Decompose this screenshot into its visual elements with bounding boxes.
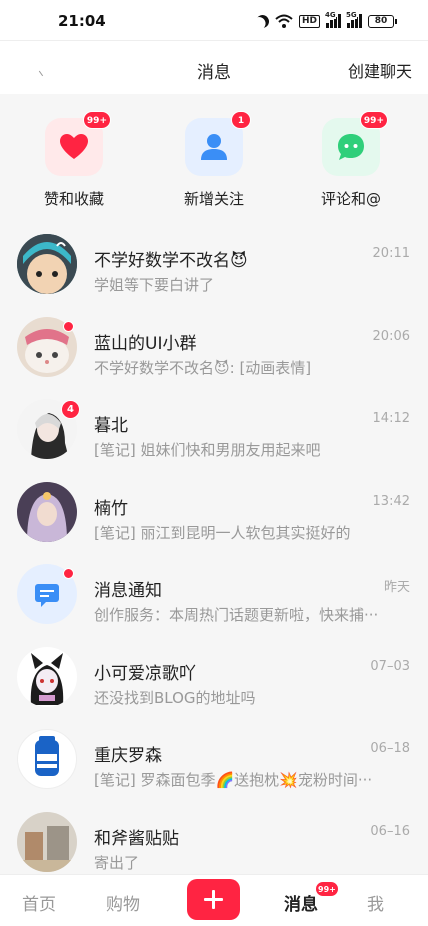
followers-label: 新增关注 (183, 190, 244, 208)
avatar (17, 646, 77, 707)
likes-badge: 99+ (82, 111, 111, 129)
followers-badge: 1 (231, 111, 251, 129)
chat-preview: 不学好数学不改名😈: [动画表情] (94, 358, 312, 377)
create-chat-button[interactable]: 创建聊天 (348, 58, 412, 82)
chat-row[interactable]: 蓝山的UI小群 不学好数学不改名😈: [动画表情] 20:06 (0, 305, 428, 388)
chat-list: 不学好数学不改名😈 学姐等下要白讲了 20:11 蓝山的UI小群 不学好数学不改… (0, 222, 428, 874)
tab-shop[interactable]: 购物 (106, 890, 140, 915)
tab-home[interactable]: 首页 (22, 890, 56, 915)
chat-time: 13:42 (372, 493, 410, 509)
unread-count-badge: 4 (61, 400, 80, 419)
chat-preview: 学姐等下要白讲了 (94, 276, 215, 294)
bottom-tab-bar: 首页 购物 消息 99+ 我 (0, 874, 428, 926)
chat-name: 重庆罗森 (94, 746, 162, 766)
comments-label: 评论和@ (320, 190, 381, 208)
status-icons: HD 4G 5G 80 (254, 11, 397, 30)
hd-indicator: HD (298, 14, 320, 28)
chat-bubble-icon (338, 134, 364, 160)
chat-time: 06–16 (370, 823, 410, 839)
comments-badge: 99+ (359, 111, 388, 129)
unread-dot (63, 568, 74, 579)
chat-row[interactable]: 不学好数学不改名😈 学姐等下要白讲了 20:11 (0, 222, 428, 305)
chat-row[interactable]: 消息通知 创作服务：本周热门话题更新啦，快来捕··· 昨天 (0, 552, 428, 635)
chat-preview: [笔记] 罗森面包季🌈送抱枕💥宠粉时间··· (94, 771, 373, 789)
status-bar: 21:04 HD 4G 5G 80 (0, 0, 428, 40)
nav-bar: 消息 创建聊天 (0, 40, 428, 94)
chat-preview: [笔记] 姐妹们快和男朋友用起来吧 (94, 441, 321, 459)
wifi-icon (275, 14, 293, 28)
chat-row[interactable]: 重庆罗森 [笔记] 罗森面包季🌈送抱枕💥宠粉时间··· 06–18 (0, 717, 428, 800)
avatar (17, 481, 77, 542)
likes-label: 赞和收藏 (43, 190, 104, 208)
cell-signal-icon: 5G (346, 11, 362, 28)
chat-name: 蓝山的UI小群 (94, 333, 197, 354)
chat-preview: [笔记] 丽江到昆明一人软包其实挺好的 (94, 523, 351, 542)
chat-time: 06–18 (370, 741, 410, 756)
lawson-logo-icon (35, 736, 59, 776)
messages-badge: 99+ (315, 881, 339, 897)
comments-and-mentions-button[interactable]: 99+ 评论和@ (291, 111, 411, 209)
avatar (17, 234, 77, 294)
chat-time: 07–03 (370, 658, 410, 674)
comments-icon-tile: 99+ (322, 111, 388, 176)
likes-and-favorites-button[interactable]: 99+ 赞和收藏 (14, 111, 134, 209)
chat-time: 20:06 (372, 328, 410, 344)
chat-name: 和斧酱贴贴 (94, 828, 179, 849)
battery-icon: 80 (368, 14, 397, 28)
chat-row[interactable]: 小可爱凉歌吖 还没找到BLOG的地址吗 07–03 (0, 635, 428, 718)
avatar (17, 729, 77, 789)
avatar (17, 811, 77, 872)
chat-preview: 创作服务：本周热门话题更新啦，快来捕··· (94, 606, 379, 624)
cell-signal-icon: 4G (325, 11, 341, 28)
add-post-button[interactable] (187, 879, 240, 920)
followers-icon-tile: 1 (185, 111, 251, 176)
tab-me[interactable]: 我 (367, 890, 384, 915)
heart-icon (60, 134, 88, 159)
new-followers-button[interactable]: 1 新增关注 (154, 111, 274, 209)
chat-row[interactable]: 楠竹 [笔记] 丽江到昆明一人软包其实挺好的 13:42 (0, 470, 428, 553)
chat-time: 14:12 (372, 411, 410, 426)
chat-row[interactable]: 4 暮北 [笔记] 姐妹们快和男朋友用起来吧 14:12 (0, 387, 428, 470)
person-icon (201, 134, 227, 160)
chat-name: 消息通知 (94, 581, 162, 601)
quick-actions: 99+ 赞和收藏 1 新增关注 99+ 评论和@ (0, 94, 428, 222)
chat-name: 小可爱凉歌吖 (94, 663, 196, 684)
chat-row[interactable]: 和斧酱贴贴 寄出了 06–16 (0, 800, 428, 875)
chat-preview: 寄出了 (94, 853, 140, 872)
unread-dot (63, 320, 74, 332)
chat-name: 暮北 (94, 416, 128, 436)
chat-time: 昨天 (383, 580, 410, 595)
chat-time: 20:11 (372, 246, 410, 261)
chat-name: 楠竹 (94, 498, 128, 519)
likes-icon-tile: 99+ (45, 111, 111, 176)
status-time: 21:04 (58, 12, 106, 30)
do-not-disturb-icon (254, 12, 272, 30)
tab-messages[interactable]: 消息 (284, 890, 318, 915)
chat-preview: 还没找到BLOG的地址吗 (94, 688, 256, 707)
chat-name: 不学好数学不改名😈 (94, 251, 248, 271)
